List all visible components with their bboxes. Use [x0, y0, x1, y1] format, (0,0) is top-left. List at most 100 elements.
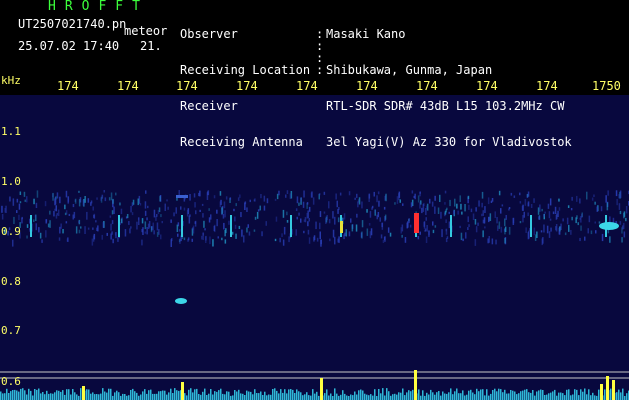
noise-speck [158, 207, 161, 212]
noise-speck [92, 227, 94, 230]
noise-speck [307, 210, 309, 219]
amplitude-bar [316, 391, 318, 400]
noise-speck [202, 213, 204, 218]
amplitude-bar [572, 394, 574, 400]
noise-speck [559, 226, 561, 232]
noise-speck [371, 205, 374, 209]
amplitude-bar [24, 390, 26, 400]
noise-speck [398, 193, 400, 201]
amplitude-bar [200, 394, 202, 400]
noise-speck [519, 192, 521, 196]
noise-speck [550, 227, 552, 232]
noise-speck [92, 206, 94, 211]
noise-speck [478, 200, 480, 207]
amplitude-bar [374, 389, 376, 400]
amplitude-bar [94, 394, 96, 400]
noise-speck [19, 201, 22, 204]
noise-speck [189, 194, 191, 201]
noise-speck [482, 210, 484, 216]
noise-speck [120, 218, 123, 224]
noise-speck [351, 224, 354, 232]
noise-speck [112, 198, 114, 204]
noise-speck [225, 196, 228, 200]
noise-speck [177, 233, 179, 237]
noise-speck [508, 208, 510, 211]
noise-speck [223, 201, 226, 209]
noise-speck [53, 210, 55, 217]
noise-speck [401, 224, 404, 232]
amplitude-bar [208, 393, 210, 400]
meteor-echo [450, 215, 452, 237]
amplitude-bar [356, 394, 358, 400]
noise-speck [622, 225, 624, 230]
noise-speck [55, 214, 58, 219]
amplitude-bar [468, 390, 470, 400]
noise-speck [300, 218, 302, 223]
noise-speck [315, 221, 317, 230]
noise-speck [519, 221, 522, 224]
noise-speck [404, 237, 407, 243]
noise-speck [144, 210, 147, 216]
noise-speck [54, 198, 56, 206]
noise-speck [49, 220, 51, 228]
amplitude-bar [478, 391, 480, 400]
noise-speck [380, 234, 383, 239]
amplitude-bar [574, 389, 576, 400]
amplitude-bar [506, 393, 508, 400]
noise-speck [23, 191, 26, 197]
amplitude-bar [314, 393, 316, 400]
noise-speck [449, 199, 451, 207]
noise-speck [571, 196, 573, 201]
noise-speck [144, 221, 147, 230]
amplitude-bar [104, 391, 106, 400]
noise-speck [39, 232, 42, 239]
noise-speck [204, 228, 206, 231]
noise-speck [413, 195, 415, 198]
noise-speck [164, 203, 166, 211]
amplitude-bar [228, 391, 230, 400]
noise-speck [394, 202, 396, 205]
noise-speck [434, 206, 436, 214]
noise-speck [544, 211, 546, 214]
noise-speck [136, 221, 138, 230]
noise-speck [426, 225, 428, 232]
noise-speck [234, 224, 237, 229]
noise-speck [548, 231, 551, 238]
amplitude-bar [0, 391, 2, 400]
meteor-echo-weak [175, 298, 187, 304]
noise-speck [411, 190, 414, 194]
noise-speck [35, 202, 38, 208]
noise-speck [579, 198, 581, 204]
amplitude-bar [508, 393, 510, 400]
noise-speck [115, 192, 117, 196]
noise-speck [217, 236, 219, 239]
noise-speck [467, 227, 469, 230]
amplitude-bar [350, 394, 352, 400]
amplitude-bar [306, 392, 308, 400]
noise-speck [571, 216, 573, 221]
noise-speck [256, 211, 259, 219]
noise-speck [199, 209, 201, 212]
noise-speck [417, 195, 420, 203]
amplitude-bar [332, 396, 334, 400]
noise-speck [153, 230, 155, 235]
noise-speck [239, 194, 241, 198]
noise-speck [194, 202, 196, 208]
noise-speck [274, 238, 277, 242]
noise-speck [167, 206, 169, 210]
noise-speck [598, 221, 601, 224]
noise-speck [100, 197, 102, 201]
amplitude-bar [38, 388, 40, 400]
noise-speck [500, 208, 502, 214]
amplitude-bar [476, 388, 478, 400]
amplitude-bar [280, 389, 282, 400]
noise-speck [567, 205, 570, 208]
noise-speck [74, 198, 77, 204]
amplitude-bar [512, 390, 514, 400]
amplitude-bar [20, 388, 22, 400]
noise-speck [484, 226, 486, 229]
noise-speck [59, 196, 61, 204]
amplitude-bar [592, 392, 594, 400]
noise-speck [425, 236, 428, 243]
noise-speck [361, 220, 364, 228]
